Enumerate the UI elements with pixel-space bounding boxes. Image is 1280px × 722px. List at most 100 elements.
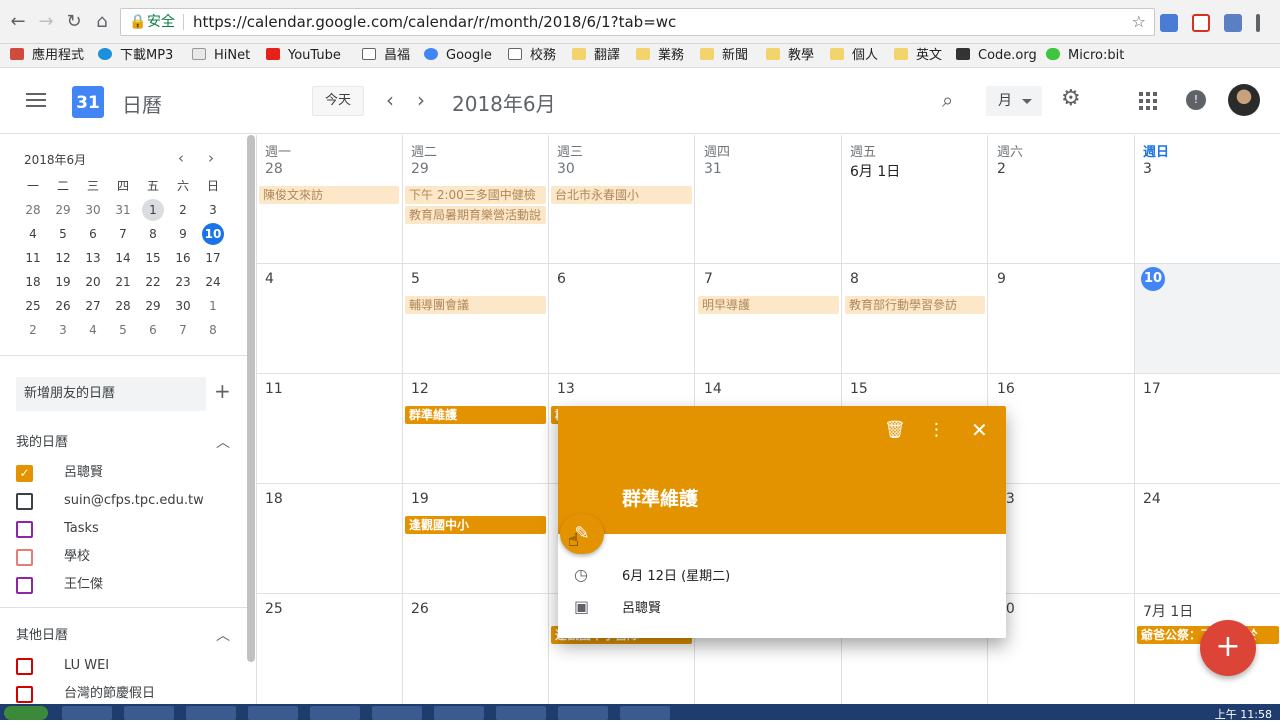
day-number[interactable]: 26 (411, 601, 429, 617)
mini-day[interactable]: 5 (108, 319, 138, 343)
more-vert-icon[interactable]: ⋮ (928, 420, 945, 440)
mini-day[interactable]: 24 (198, 271, 228, 295)
checkbox-checked-icon[interactable]: ✓ (16, 465, 33, 482)
checkbox-icon[interactable] (16, 493, 33, 510)
mini-day[interactable]: 17 (198, 247, 228, 271)
day-number[interactable]: 25 (265, 601, 283, 617)
bookmark-hinet[interactable]: HiNet (192, 46, 250, 66)
bookmark-news[interactable]: 新聞 (700, 46, 748, 66)
calendar-extension-icon[interactable] (1224, 14, 1242, 32)
calendar-event[interactable]: 教育部行動學習參訪 (845, 296, 985, 314)
bookmark-microbit[interactable]: Micro:bit (1046, 46, 1124, 66)
checkbox-icon[interactable] (16, 577, 33, 594)
mini-day[interactable]: 29 (138, 295, 168, 319)
mini-day[interactable]: 29 (48, 199, 78, 223)
mini-day[interactable]: 26 (48, 295, 78, 319)
day-number[interactable]: 15 (850, 381, 868, 397)
calendar-event[interactable]: 陳俊文來訪 (259, 186, 399, 204)
bookmark-codeorg[interactable]: Code.org (956, 46, 1037, 66)
mini-day[interactable]: 3 (198, 199, 228, 223)
taskbar-app[interactable] (620, 706, 670, 720)
day-number[interactable]: 28 (265, 161, 283, 177)
day-number[interactable]: 8 (850, 271, 859, 287)
mini-day[interactable]: 20 (78, 271, 108, 295)
mini-day[interactable]: 13 (78, 247, 108, 271)
day-number[interactable]: 30 (557, 161, 575, 177)
mini-day[interactable]: 12 (48, 247, 78, 271)
gmail-extension-icon[interactable] (1192, 14, 1210, 32)
calendar-event[interactable]: 逢觀國中小 (405, 516, 546, 534)
checkbox-icon[interactable] (16, 658, 33, 675)
bookmark-mp3[interactable]: 下載MP3 (98, 46, 173, 66)
mini-next-icon[interactable]: › (208, 149, 214, 167)
mini-day[interactable]: 7 (168, 319, 198, 343)
address-bar[interactable]: 🔒 安全 https://calendar.google.com/calenda… (120, 8, 1155, 36)
day-number[interactable]: 13 (557, 381, 575, 397)
chevron-up-icon[interactable]: ︿ (216, 432, 230, 452)
checkbox-icon[interactable] (16, 686, 33, 703)
mini-day[interactable]: 28 (108, 295, 138, 319)
mini-day[interactable]: 23 (168, 271, 198, 295)
search-icon[interactable]: ⌕ (942, 88, 953, 112)
mini-day[interactable]: 8 (138, 223, 168, 247)
sidebar-scrollbar[interactable] (247, 135, 255, 662)
bookmark-english[interactable]: 英文 (894, 46, 942, 66)
day-number[interactable]: 9 (997, 271, 1006, 287)
main-menu-icon[interactable] (26, 93, 46, 107)
add-friend-calendar-input[interactable]: 新增朋友的日曆 (16, 377, 206, 411)
taskbar-app[interactable] (186, 706, 236, 720)
day-number[interactable]: 7月 1日 (1143, 601, 1193, 621)
mini-day[interactable]: 4 (78, 319, 108, 343)
mini-day[interactable]: 28 (18, 199, 48, 223)
bookmark-translate[interactable]: 翻譯 (572, 46, 620, 66)
day-number[interactable]: 29 (411, 161, 429, 177)
next-month-icon[interactable]: › (417, 88, 425, 112)
view-selector[interactable]: 月 (986, 86, 1042, 116)
mini-day[interactable]: 3 (48, 319, 78, 343)
url-text[interactable]: https://calendar.google.com/calendar/r/m… (193, 9, 676, 35)
mini-day[interactable]: 6 (78, 223, 108, 247)
calendar-event[interactable]: 明早導護 (698, 296, 839, 314)
add-calendar-icon[interactable]: + (214, 379, 231, 403)
checkbox-icon[interactable] (16, 521, 33, 538)
mini-prev-icon[interactable]: ‹ (178, 149, 184, 167)
back-icon[interactable]: ← (6, 10, 30, 34)
taskbar-app[interactable] (62, 706, 112, 720)
calendar-event-selected[interactable]: 群準維護 (405, 406, 546, 424)
bookmark-teaching[interactable]: 教學 (766, 46, 814, 66)
bookmark-personal[interactable]: 個人 (830, 46, 878, 66)
taskbar-app[interactable] (124, 706, 174, 720)
bookmark-school[interactable]: 校務 (508, 46, 556, 66)
mini-day[interactable]: 2 (168, 199, 198, 223)
day-number[interactable]: 14 (704, 381, 722, 397)
browser-menu-icon[interactable] (1256, 14, 1260, 32)
mini-day[interactable]: 11 (18, 247, 48, 271)
translate-extension-icon[interactable] (1160, 14, 1178, 32)
bookmark-youtube[interactable]: YouTube (266, 46, 341, 66)
day-number[interactable]: 18 (265, 491, 283, 507)
mini-day[interactable]: 7 (108, 223, 138, 247)
mini-day[interactable]: 14 (108, 247, 138, 271)
taskbar-app[interactable] (496, 706, 546, 720)
calendar-event[interactable]: 台北市永春國小 (551, 186, 692, 204)
mini-day[interactable]: 8 (198, 319, 228, 343)
day-number[interactable]: 5 (411, 271, 420, 287)
notification-icon[interactable]: ! (1186, 90, 1206, 110)
day-number[interactable]: 24 (1143, 491, 1161, 507)
mini-day[interactable]: 27 (78, 295, 108, 319)
reload-icon[interactable]: ↻ (62, 10, 86, 34)
start-button[interactable] (4, 706, 48, 720)
day-number[interactable]: 3 (1143, 161, 1152, 177)
mini-day[interactable]: 2 (18, 319, 48, 343)
day-number[interactable]: 6 (557, 271, 566, 287)
taskbar-app[interactable] (558, 706, 608, 720)
bookmark-changfu[interactable]: 昌福 (362, 46, 410, 66)
avatar[interactable] (1228, 84, 1260, 116)
taskbar-app[interactable] (248, 706, 298, 720)
taskbar-app[interactable] (310, 706, 360, 720)
calendar-event[interactable]: 下午 2:00三多國中健檢 (405, 186, 546, 204)
mini-day[interactable]: 6 (138, 319, 168, 343)
mini-day[interactable]: 18 (18, 271, 48, 295)
my-calendars-title[interactable]: 我的日曆 (16, 431, 68, 450)
bookmark-apps[interactable]: 應用程式 (10, 46, 84, 66)
